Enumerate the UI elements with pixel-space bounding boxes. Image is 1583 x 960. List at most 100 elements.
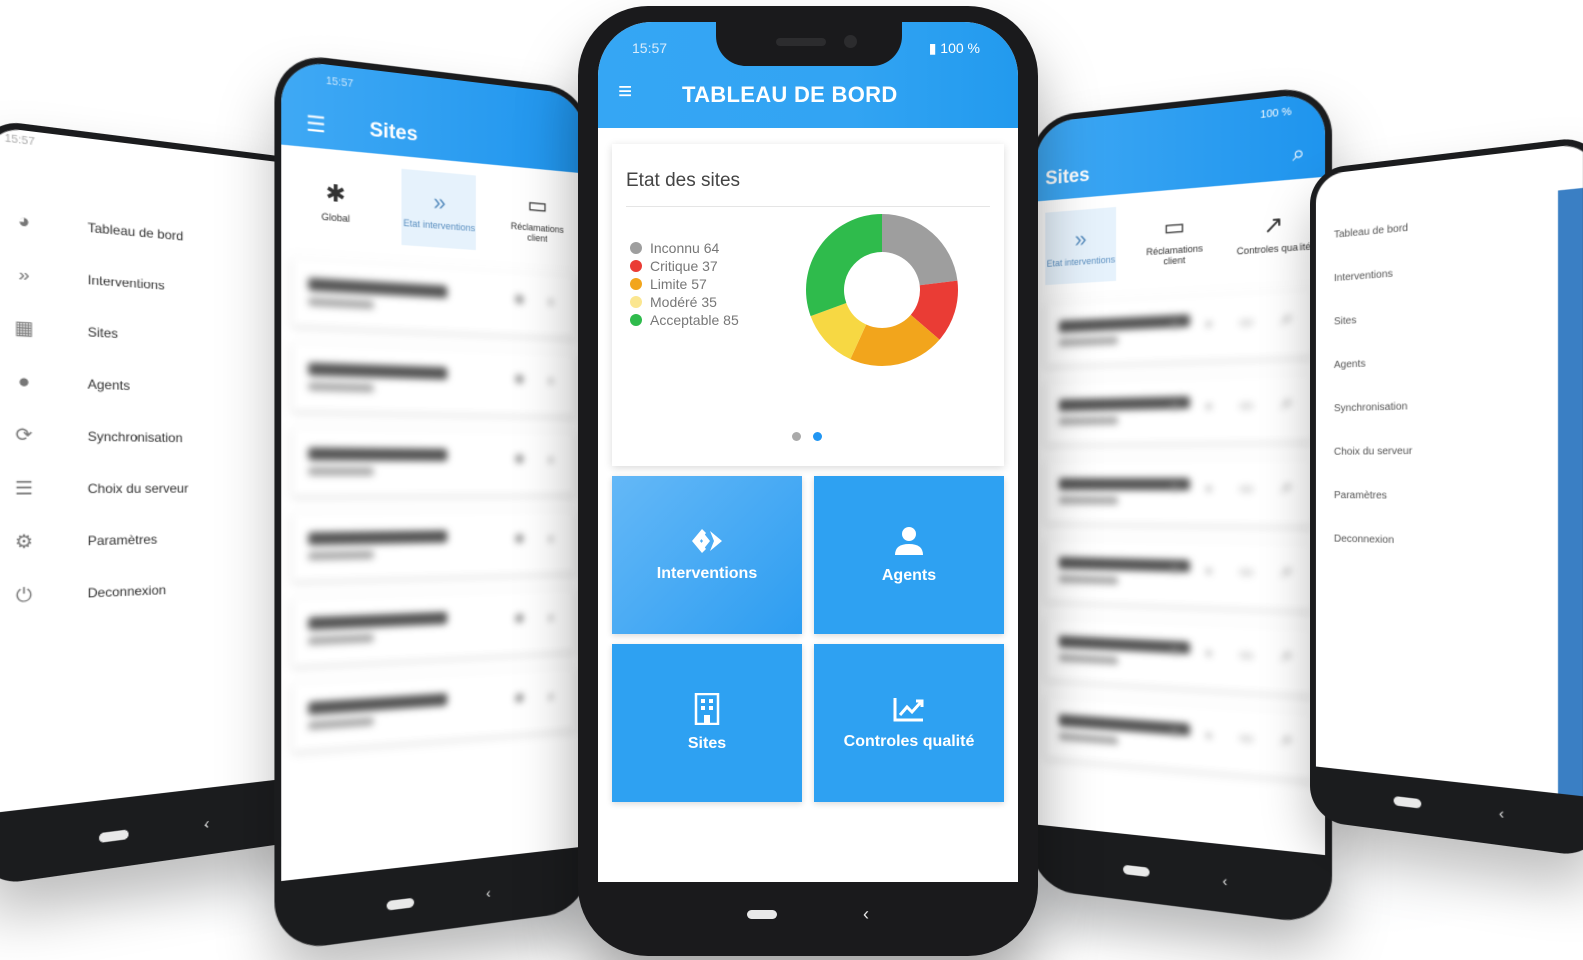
tile-label: Sites bbox=[687, 735, 727, 752]
phone-notch bbox=[716, 22, 902, 66]
drawer-item-label: Deconnexion bbox=[1333, 533, 1395, 547]
showcase-scene: 15:57 ◕ Tableau de bord » Interventions ▦ Sit… bbox=[0, 0, 1583, 960]
tab-1[interactable]: » Etat interventions bbox=[1045, 206, 1117, 285]
blurred-site-name bbox=[308, 277, 448, 299]
sites-right-phone: 100 % Sites ⌕ » Etat interventions ▭ Réclam… bbox=[1030, 84, 1333, 926]
status-counters: ✱ ◐ bbox=[514, 292, 556, 311]
list-item[interactable]: ✱ ◐ ▭ ↗ bbox=[1045, 616, 1314, 696]
person-icon bbox=[895, 527, 923, 555]
android-navbar: ‹ bbox=[598, 882, 1018, 946]
pager-dot-1[interactable] bbox=[792, 432, 801, 441]
sites-status-card[interactable]: Etat des sites Inconnu 64 Critique 37 Limi… bbox=[612, 144, 1004, 466]
blurred-site-detail bbox=[308, 716, 374, 731]
card-divider bbox=[626, 206, 990, 207]
counter-icon: ✱ bbox=[514, 690, 525, 707]
building-icon bbox=[694, 693, 720, 725]
sites-tile[interactable]: Sites bbox=[612, 644, 802, 802]
donut-slice-acceptable[interactable] bbox=[806, 214, 882, 317]
drawer-item-label: Interventions bbox=[87, 272, 165, 293]
blurred-site-name bbox=[308, 530, 448, 546]
blurred-site-name bbox=[1058, 477, 1190, 491]
app-header: 100 % Sites ⌕ bbox=[1035, 91, 1326, 202]
drawer-item-6[interactable]: Choix du serveur bbox=[1334, 426, 1583, 474]
page-title: Sites bbox=[1045, 164, 1090, 190]
blurred-site-name bbox=[1058, 314, 1190, 333]
list-item[interactable]: ✱ ◐ ▭ ↗ bbox=[1045, 538, 1314, 611]
drawer-item-label: Paramètres bbox=[1333, 490, 1387, 502]
hamburger-menu-icon[interactable]: ☰ bbox=[306, 110, 326, 139]
trend-chart-icon bbox=[893, 698, 924, 722]
counter-icon: ↗ bbox=[1279, 563, 1292, 581]
blurred-site-detail bbox=[1058, 574, 1119, 585]
list-item[interactable]: ✱ ◐ ▭ ↗ bbox=[1045, 373, 1314, 444]
site-list: ✱ ◐ ✱ ◐ ✱ ◐ ✱ ◐ ✱ ◐ ✱ ◐ bbox=[292, 257, 575, 768]
drawer-item-8[interactable]: Deconnexion bbox=[1334, 517, 1583, 569]
sites-left-phone: 15:57 ☰ Sites ✱ Global » Etat interventions… bbox=[274, 51, 590, 953]
counter-icon: ◐ bbox=[1205, 726, 1215, 744]
battery-level: 100 % bbox=[940, 40, 980, 56]
tab-label: Etat interventions bbox=[403, 217, 476, 233]
interventions-tile[interactable]: Interventions bbox=[612, 476, 802, 634]
drawer-item-5[interactable]: Synchronisation bbox=[1334, 378, 1583, 431]
counter-icon: ↗ bbox=[1279, 647, 1292, 665]
list-item[interactable]: ✱ ◐ bbox=[292, 666, 575, 751]
carousel-pager bbox=[792, 432, 822, 441]
counter-icon: ◐ bbox=[548, 530, 556, 546]
back-icon[interactable]: ‹ bbox=[863, 904, 869, 925]
tab-1[interactable]: ✱ Global bbox=[296, 159, 375, 243]
status-counters: ✱ ◐ bbox=[514, 371, 556, 389]
tab-label: Réclamations client bbox=[510, 220, 564, 244]
list-item[interactable]: ✱ ◐ ▭ ↗ bbox=[1045, 288, 1314, 366]
list-item[interactable]: ✱ ◐ bbox=[292, 257, 575, 338]
drawer-item-label: Synchronisation bbox=[87, 428, 183, 446]
hamburger-menu-icon[interactable]: ≡ bbox=[618, 80, 632, 104]
tab-3[interactable]: ▭ Réclamations client bbox=[502, 177, 572, 256]
legend-label: Modéré 35 bbox=[650, 294, 717, 310]
drawer-item-label: Choix du serveur bbox=[87, 481, 189, 497]
legend-swatch bbox=[630, 296, 642, 308]
drawer-item-7[interactable]: Paramètres bbox=[1334, 473, 1583, 521]
drawer-item-label: Choix du serveur bbox=[1333, 445, 1413, 458]
list-item[interactable]: ✱ ◐ bbox=[292, 342, 575, 416]
tab-3[interactable]: ↗ Controles qualité bbox=[1234, 190, 1313, 273]
left-drawer-screen: 15:57 ◕ Tableau de bord» Interventions ▦ Sit… bbox=[0, 125, 305, 814]
list-item[interactable]: ✱ ◐ ▭ ↗ bbox=[1045, 458, 1314, 526]
pager-dot-2-active[interactable] bbox=[813, 432, 822, 441]
list-item[interactable]: ✱ ◐ bbox=[292, 510, 575, 581]
status-counters: ✱ ◐ bbox=[514, 531, 556, 548]
counter-icon: ↗ bbox=[1279, 731, 1292, 750]
legend-label: Inconnu 64 bbox=[650, 240, 720, 256]
counter-icon: ▭ bbox=[1239, 480, 1254, 497]
blurred-site-name bbox=[308, 611, 448, 631]
tile-label: Controles qualité bbox=[843, 733, 975, 750]
drawer-item-6[interactable]: ☰ Choix du serveur bbox=[9, 462, 304, 516]
counter-icon: ▭ bbox=[1239, 313, 1254, 330]
tile-label: Interventions bbox=[656, 565, 758, 582]
blurred-site-detail bbox=[1058, 336, 1119, 347]
agents-tile[interactable]: Agents bbox=[814, 476, 1004, 634]
list-item[interactable]: ✱ ◐ bbox=[292, 588, 575, 666]
status-counters: ✱ ◐ bbox=[514, 609, 556, 627]
status-counters: ✱ ◐ ▭ ↗ bbox=[1169, 311, 1291, 334]
home-pill-icon[interactable] bbox=[747, 909, 777, 919]
blurred-site-detail bbox=[308, 466, 374, 476]
back-icon: ‹ bbox=[486, 884, 491, 902]
donut-slice-inconnu[interactable] bbox=[882, 214, 958, 286]
drawer-item-5[interactable]: ⟳ Synchronisation bbox=[9, 408, 304, 464]
counter-icon: ✱ bbox=[1169, 316, 1181, 333]
card-title: Etat des sites bbox=[626, 170, 741, 191]
controles-qualite-tile[interactable]: Controles qualité bbox=[814, 644, 1004, 802]
blurred-site-detail bbox=[308, 382, 374, 393]
list-item[interactable]: ✱ ◐ ▭ ↗ bbox=[1045, 695, 1314, 781]
search-icon[interactable]: ⌕ bbox=[1292, 142, 1305, 168]
tab-2[interactable]: » Etat interventions bbox=[402, 168, 477, 250]
counter-icon: ✱ bbox=[1169, 642, 1181, 659]
app-header: 15:57 ☰ Sites bbox=[281, 59, 585, 174]
list-item[interactable]: ✱ ◐ bbox=[292, 427, 575, 496]
legend-item: Limite 57 bbox=[630, 275, 739, 293]
page-title: TABLEAU DE BORD bbox=[682, 82, 898, 107]
counter-icon: ✱ bbox=[514, 531, 525, 547]
tab-bar: ✱ Global » Etat interventions ▭ Réclamations … bbox=[281, 145, 584, 269]
tab-2[interactable]: ▭ Réclamations client bbox=[1137, 199, 1212, 280]
drawer-item-8[interactable]: ⏻ Deconnexion bbox=[9, 560, 304, 623]
